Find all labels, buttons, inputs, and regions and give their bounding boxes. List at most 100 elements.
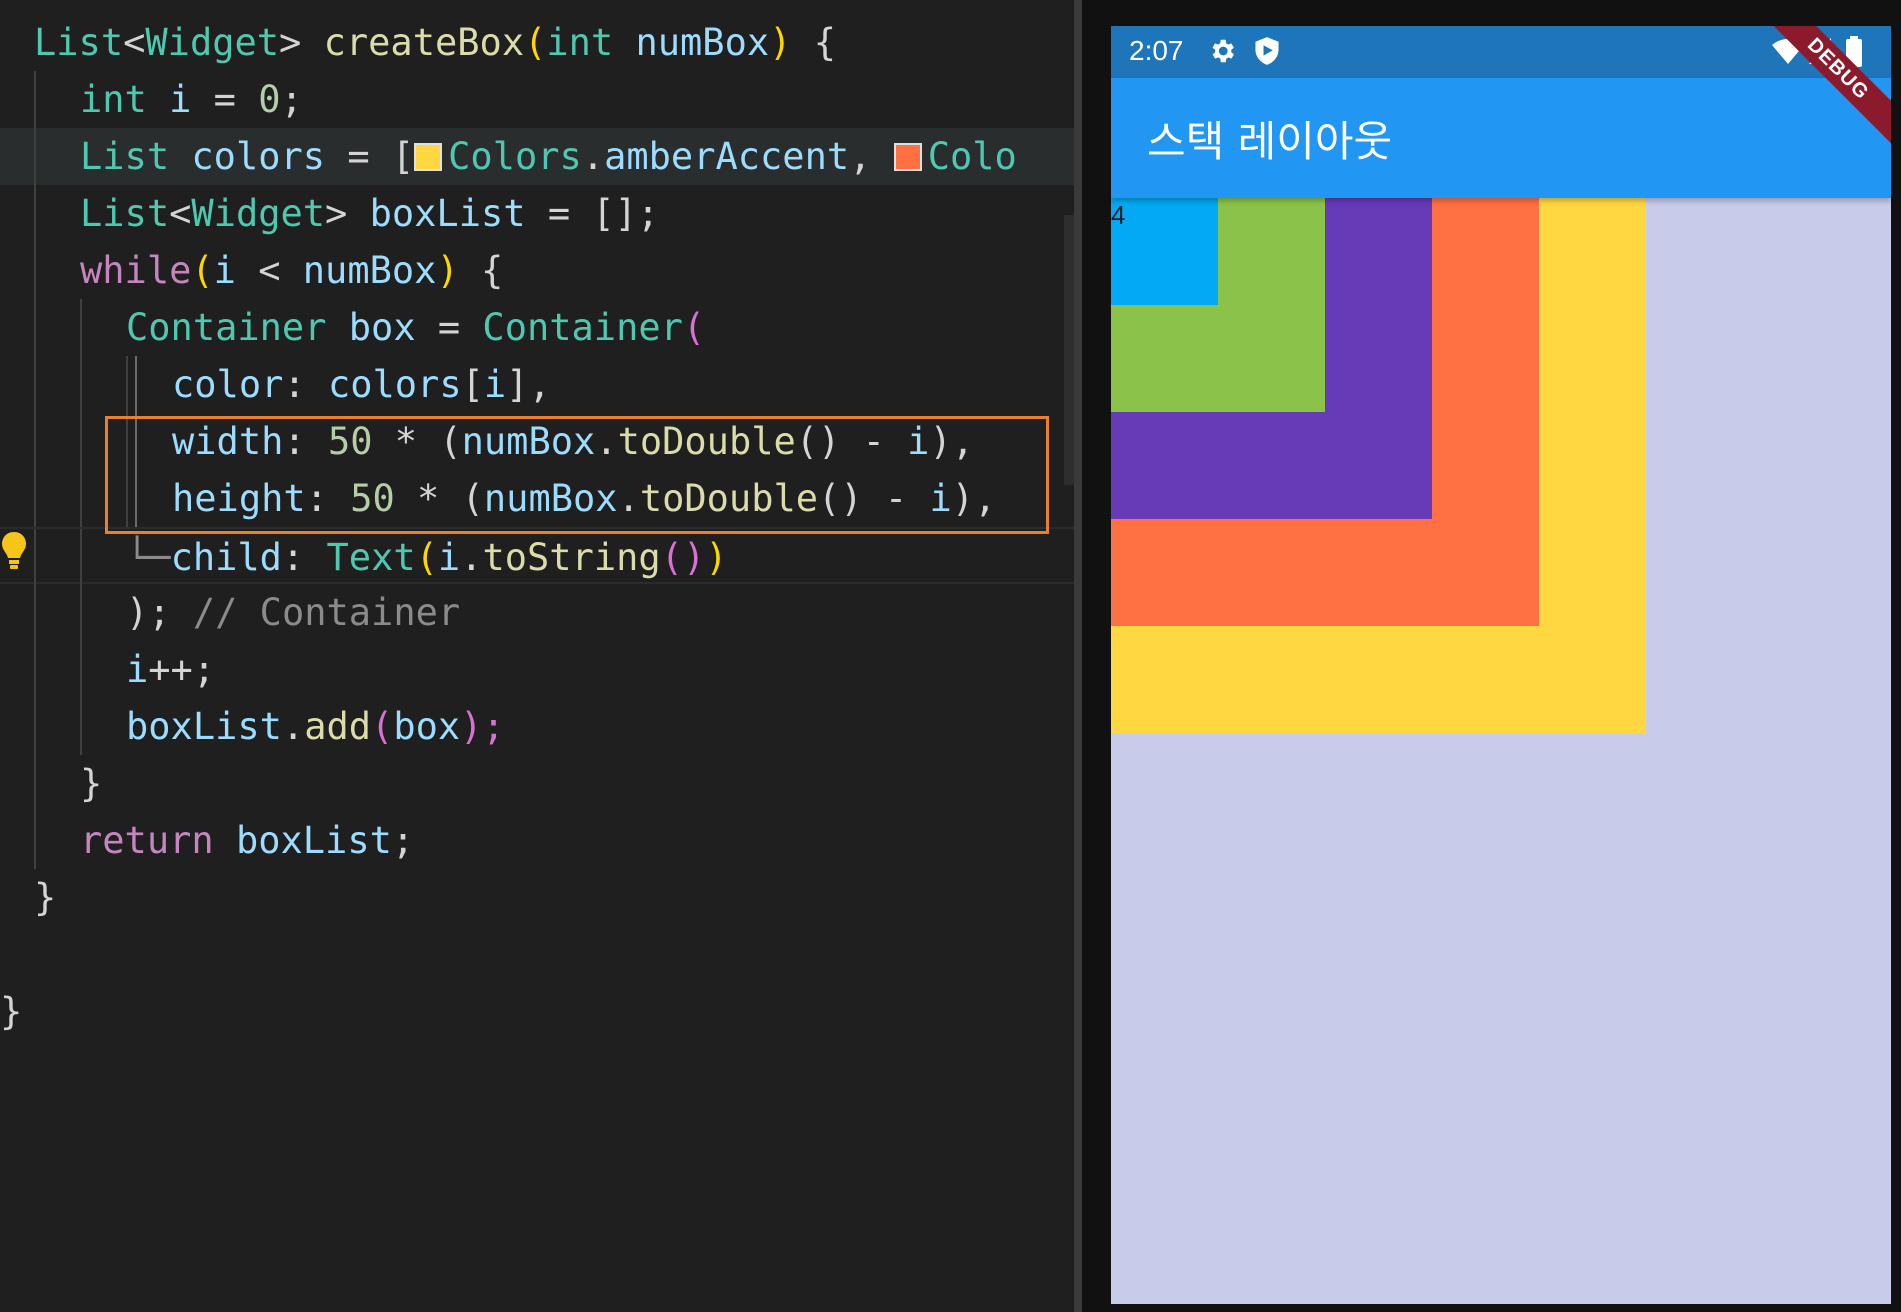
indent-guide	[80, 529, 82, 586]
code-token: (	[415, 536, 438, 579]
indent-guide	[80, 356, 82, 413]
indent-guide	[80, 698, 82, 755]
indent-guide	[34, 529, 36, 586]
code-line[interactable]: color: colors[i],	[0, 356, 1074, 413]
code-token: );	[460, 705, 505, 748]
code-token: createBox	[323, 21, 525, 64]
indent-guide	[80, 584, 82, 641]
code-text: Container box = Container(	[126, 299, 705, 356]
indent-guide	[34, 413, 36, 470]
code-line[interactable]: List colors = [Colors.amberAccent, Colo	[0, 128, 1074, 185]
code-text: }	[34, 869, 56, 926]
indent-guide	[34, 470, 36, 527]
code-token: box	[393, 705, 461, 748]
code-token: └─	[126, 536, 171, 579]
indent-guide	[80, 470, 82, 527]
indent-guide	[34, 185, 36, 242]
code-line[interactable]: int i = 0;	[0, 71, 1074, 128]
code-editor[interactable]: List<Widget> createBox(int numBox) {int …	[0, 0, 1074, 1312]
code-line[interactable]: i++;	[0, 641, 1074, 698]
code-token: {	[458, 249, 504, 292]
code-token: (	[191, 249, 214, 292]
color-swatch[interactable]	[893, 143, 922, 171]
code-text: List colors = [Colors.amberAccent, Colo	[80, 128, 1017, 185]
indent-guide	[80, 299, 82, 356]
code-token: List	[34, 21, 124, 64]
code-text: List<Widget> createBox(int numBox) {	[34, 14, 836, 71]
code-token: )	[436, 249, 459, 292]
gear-icon	[1212, 39, 1234, 63]
stray-brace: }	[0, 990, 23, 1033]
code-line[interactable]: List<Widget> boxList = [];	[0, 185, 1074, 242]
code-token: numBox	[635, 21, 770, 64]
code-token: ],	[506, 363, 551, 406]
code-text: List<Widget> boxList = [];	[80, 185, 659, 242]
code-token: ;	[391, 819, 415, 862]
code-token: boxList	[235, 819, 392, 862]
code-token: );	[126, 591, 171, 634]
code-token: .	[460, 536, 483, 579]
code-token: i	[169, 78, 192, 121]
code-line[interactable]: }	[0, 869, 1074, 926]
code-token: Colors	[448, 135, 582, 178]
code-token: ()	[660, 536, 706, 579]
code-token: 0	[258, 78, 281, 121]
code-token: = [	[325, 135, 415, 178]
code-text: return boxList;	[80, 812, 414, 869]
color-swatch[interactable]	[414, 143, 443, 171]
phone-screen[interactable]: 2:07 DEBUG 스택 레이아웃 4	[1111, 26, 1891, 1304]
editor-scrollbar[interactable]	[1064, 215, 1074, 485]
code-line[interactable]: }	[0, 755, 1074, 812]
code-token: // Container	[170, 591, 461, 634]
code-line[interactable]: boxList.add(box);	[0, 698, 1074, 755]
status-bar: 2:07	[1111, 26, 1891, 78]
code-token: Container	[126, 306, 327, 349]
code-token: <	[235, 249, 303, 292]
indent-guide	[34, 299, 36, 356]
stack-box-4	[1111, 198, 1218, 305]
code-token: ++;	[148, 648, 216, 691]
pane-splitter[interactable]	[1074, 0, 1082, 1312]
indent-guide	[34, 128, 36, 185]
code-text: ); // Container	[126, 584, 460, 641]
app-title: 스택 레이아웃	[1147, 117, 1393, 166]
code-line[interactable]: List<Widget> createBox(int numBox) {	[0, 14, 1074, 71]
code-token: :	[283, 363, 328, 406]
stack-body: 4	[1111, 198, 1891, 1304]
code-token: }	[34, 876, 57, 919]
code-line[interactable]: └─child: Text(i.toString())	[0, 527, 1074, 586]
code-token: int	[80, 78, 147, 121]
box-index-label: 4	[1111, 200, 1126, 230]
code-token: (	[682, 306, 706, 349]
code-token: i	[483, 363, 507, 406]
code-line[interactable]: while(i < numBox) {	[0, 242, 1074, 299]
code-line[interactable]: Container box = Container(	[0, 299, 1074, 356]
code-token: (	[524, 21, 547, 64]
code-token: ,	[849, 135, 894, 178]
code-text: int i = 0;	[80, 71, 303, 128]
code-token: List	[80, 135, 170, 178]
code-token: colors	[327, 363, 462, 406]
indent-guide	[34, 584, 36, 641]
code-token: int	[546, 21, 614, 64]
indent-guide	[34, 641, 36, 698]
code-token: >	[279, 21, 324, 64]
code-text: └─child: Text(i.toString())	[126, 529, 728, 586]
code-token: <	[169, 192, 192, 235]
code-token: boxList	[369, 192, 526, 235]
code-line[interactable]: return boxList;	[0, 812, 1074, 869]
code-token: (	[371, 705, 394, 748]
code-token: List	[80, 192, 170, 235]
indent-guide	[126, 356, 128, 413]
code-text: while(i < numBox) {	[80, 242, 503, 299]
lightbulb-icon[interactable]	[1, 530, 27, 570]
code-token: Text	[326, 536, 416, 579]
code-token: i	[213, 249, 236, 292]
code-token: Container	[482, 306, 683, 349]
code-token: }	[80, 762, 103, 805]
code-token: )	[705, 536, 728, 579]
code-line[interactable]: ); // Container	[0, 584, 1074, 641]
code-text: color: colors[i],	[172, 356, 551, 413]
